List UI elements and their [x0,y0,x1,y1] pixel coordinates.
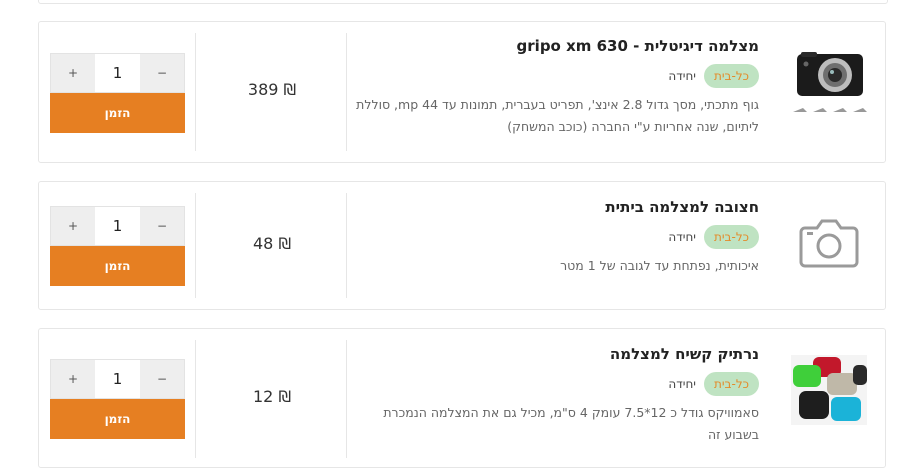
product-price: 48 ₪ [253,234,291,253]
unit-label: יחידה [668,377,696,391]
product-info: חצובה למצלמה ביתית כל-בית יחידה איכותית,… [347,197,759,277]
store-badge: כל-בית [703,64,759,88]
store-badge: כל-בית [703,225,759,249]
order-button[interactable]: הזמן [50,399,185,439]
product-description: סאמוויקס גודל כ 12*7.5 עומק 4 ס"מ, מכיל … [383,405,759,442]
quantity-stepper: + 1 − [50,53,185,93]
product-description: איכותית, נפתחת עד לגובה של 1 מטר [560,258,759,273]
product-image[interactable] [791,46,867,116]
product-description: גוף מתכתי, מסך גדול 2.8 אינצ', תפריט בעב… [356,97,759,134]
digital-camera-image [793,52,867,112]
product-title[interactable]: חצובה למצלמה ביתית [347,197,759,217]
hard-case-image [791,355,867,425]
product-info: נרתיק קשיח למצלמה כל-בית יחידה סאמוויקס … [347,344,759,446]
decrement-button[interactable]: − [140,360,184,398]
increment-button[interactable]: + [51,360,95,398]
product-card: חצובה למצלמה ביתית כל-בית יחידה איכותית,… [38,181,886,310]
increment-button[interactable]: + [51,207,95,245]
camera-icon [799,219,859,268]
product-card: מצלמה דיגיטלית - gripo xm 630 כל-בית יחי… [38,21,886,163]
badge-row: כל-בית יחידה [347,225,759,249]
product-image[interactable] [791,355,867,425]
divider [195,193,196,298]
store-badge: כל-בית [703,372,759,396]
product-image[interactable] [791,208,867,278]
decrement-button[interactable]: − [140,207,184,245]
product-card: נרתיק קשיח למצלמה כל-בית יחידה סאמוויקס … [38,328,886,468]
product-price: 389 ₪ [247,80,297,99]
product-title[interactable]: נרתיק קשיח למצלמה [347,344,759,364]
divider [195,33,196,151]
increment-button[interactable]: + [51,54,95,92]
unit-label: יחידה [668,230,696,244]
previous-product-card [38,0,888,4]
order-button[interactable]: הזמן [50,93,185,133]
badge-row: כל-בית יחידה [347,64,759,88]
divider [195,340,196,458]
quantity-stepper: + 1 − [50,206,185,246]
quantity-input[interactable]: 1 [95,54,140,92]
product-info: מצלמה דיגיטלית - gripo xm 630 כל-בית יחי… [347,36,759,138]
product-title[interactable]: מצלמה דיגיטלית - gripo xm 630 [347,36,759,56]
badge-row: כל-בית יחידה [347,372,759,396]
quantity-stepper: + 1 − [50,359,185,399]
product-price: 12 ₪ [253,387,291,406]
quantity-input[interactable]: 1 [95,360,140,398]
decrement-button[interactable]: − [140,54,184,92]
quantity-input[interactable]: 1 [95,207,140,245]
order-button[interactable]: הזמן [50,246,185,286]
unit-label: יחידה [668,69,696,83]
